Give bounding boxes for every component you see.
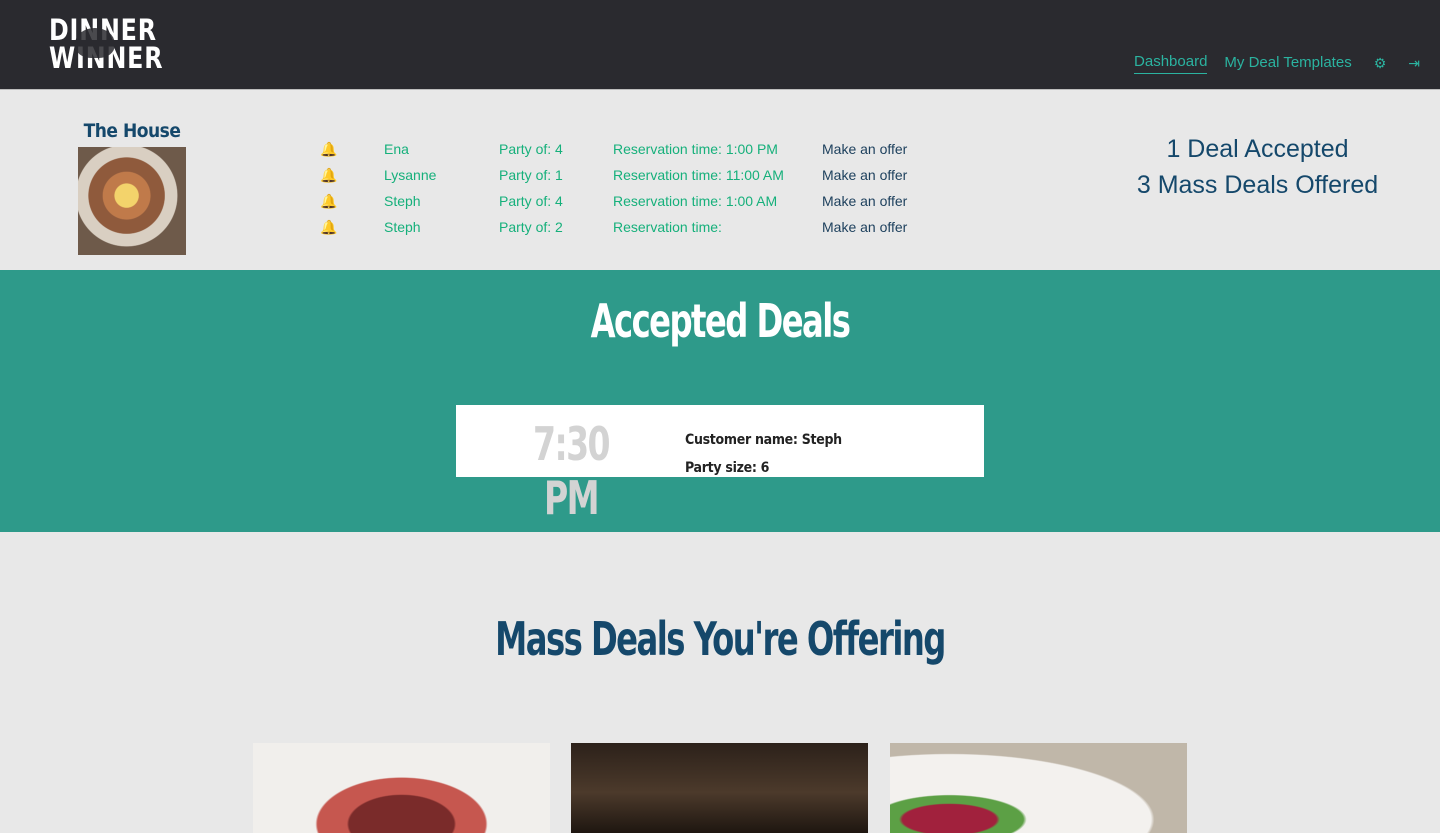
party-size: Party of: 4 <box>499 193 563 209</box>
nav-links: Dashboard My Deal Templates ⚙ ⇥ <box>1117 53 1420 74</box>
top-navbar: DINNERWINNER Dashboard My Deal Templates… <box>0 0 1440 90</box>
bell-icon: 🔔 <box>320 193 338 209</box>
nav-deal-templates-link[interactable]: My Deal Templates <box>1224 54 1351 74</box>
deal-time: 7:30 PM <box>533 417 611 525</box>
accepted-deal-card[interactable]: 7:30 PM Customer name: Steph Party size:… <box>456 405 984 525</box>
sign-out-icon[interactable]: ⇥ <box>1408 55 1420 72</box>
party-size: Party of: 1 <box>499 167 563 183</box>
customer-name: Lysanne <box>384 167 437 183</box>
reservation-time: Reservation time: 1:00 PM <box>613 141 778 157</box>
bell-icon: 🔔 <box>320 219 338 235</box>
make-offer-link[interactable]: Make an offer <box>822 219 942 235</box>
dinner-winner-logo[interactable]: DINNERWINNER <box>49 16 163 76</box>
logo-silhouette <box>75 28 115 58</box>
accepted-deals-section: Accepted Deals 7:30 PM Customer name: St… <box>0 270 1440 532</box>
deal-stats: 1 Deal Accepted 3 Mass Deals Offered <box>1095 131 1420 203</box>
reservation-time: Reservation time: 11:00 AM <box>613 167 784 183</box>
mass-deal-image[interactable] <box>571 743 868 833</box>
party-size: Party of: 4 <box>499 141 563 157</box>
customer-name: Steph <box>384 193 421 209</box>
deal-details: Customer name: Steph Party size: 6 <box>685 426 842 482</box>
bell-icon: 🔔 <box>320 167 338 183</box>
accepted-deals-title: Accepted Deals <box>590 294 851 348</box>
gear-icon[interactable]: ⚙ <box>1374 55 1387 72</box>
bell-icon: 🔔 <box>320 141 338 157</box>
reservation-time: Reservation time: <box>613 219 722 235</box>
make-offer-link[interactable]: Make an offer <box>822 141 942 157</box>
customer-name: Ena <box>384 141 409 157</box>
nav-dashboard-link[interactable]: Dashboard <box>1134 53 1208 74</box>
deal-party-size: Party size: 6 <box>685 460 770 476</box>
deal-customer-name: Customer name: Steph <box>685 432 842 448</box>
mass-deal-image[interactable] <box>253 743 550 833</box>
customer-name: Steph <box>384 219 421 235</box>
make-offer-link[interactable]: Make an offer <box>822 167 942 183</box>
reservation-time: Reservation time: 1:00 AM <box>613 193 778 209</box>
deals-accepted-count: 1 Deal Accepted <box>1166 135 1349 163</box>
mass-deal-image[interactable] <box>890 743 1187 833</box>
mass-deals-offered-count: 3 Mass Deals Offered <box>1136 171 1379 199</box>
party-size: Party of: 2 <box>499 219 563 235</box>
restaurant-photo <box>78 147 186 255</box>
make-offer-link[interactable]: Make an offer <box>822 193 942 209</box>
restaurant-name: The House <box>83 120 181 142</box>
mass-deals-title: Mass Deals You're Offering <box>495 612 946 666</box>
